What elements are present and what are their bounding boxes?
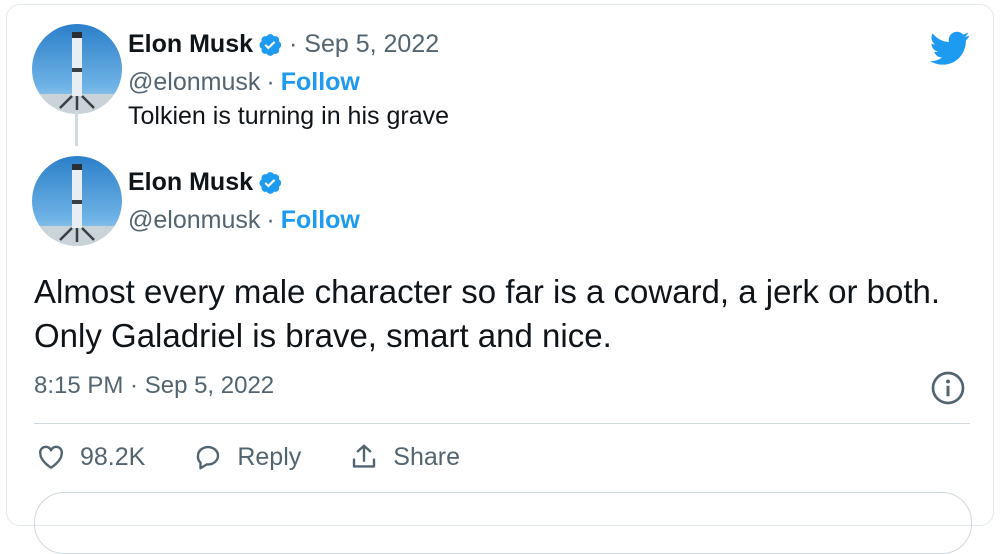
- tweet-actions: 98.2K Reply Share: [36, 442, 508, 472]
- separator-dot: ·: [266, 206, 275, 234]
- verified-badge-icon: [259, 171, 282, 194]
- twitter-bird-icon[interactable]: [928, 28, 972, 68]
- like-button[interactable]: 98.2K: [36, 442, 145, 472]
- author-handle[interactable]: @elonmusk: [128, 68, 260, 97]
- heart-icon: [39, 445, 63, 469]
- verified-badge-icon: [259, 33, 282, 56]
- tweet-timestamp[interactable]: 8:15 PM · Sep 5, 2022: [34, 372, 274, 400]
- quoted-handle-row: @elonmusk · Follow: [128, 68, 360, 97]
- read-replies-button[interactable]: [34, 492, 972, 554]
- share-icon: [353, 444, 376, 468]
- avatar[interactable]: [32, 156, 122, 246]
- separator-dot: ·: [266, 68, 275, 96]
- thread-connector: [75, 112, 78, 146]
- quoted-author-row: Elon Musk · Sep 5, 2022: [128, 30, 439, 59]
- tweet-timestamp-row: 8:15 PM · Sep 5, 2022: [34, 372, 274, 400]
- author-name[interactable]: Elon Musk: [128, 30, 253, 59]
- reply-label: Reply: [237, 442, 302, 471]
- quoted-date[interactable]: · Sep 5, 2022: [289, 30, 439, 59]
- author-handle[interactable]: @elonmusk: [128, 206, 260, 235]
- author-row: Elon Musk: [128, 168, 283, 197]
- like-count: 98.2K: [80, 442, 146, 471]
- follow-link[interactable]: Follow: [281, 68, 360, 97]
- handle-row: @elonmusk · Follow: [128, 206, 360, 235]
- share-button[interactable]: Share: [349, 442, 460, 472]
- divider: [34, 423, 970, 424]
- tweet-text: Almost every male character so far is a …: [34, 273, 941, 354]
- share-label: Share: [393, 442, 460, 471]
- reply-button[interactable]: Reply: [193, 442, 301, 472]
- follow-link[interactable]: Follow: [281, 206, 360, 235]
- reply-icon: [197, 445, 220, 470]
- quoted-tweet-text: Tolkien is turning in his grave: [128, 102, 449, 130]
- info-icon[interactable]: [930, 370, 966, 406]
- author-name[interactable]: Elon Musk: [128, 168, 253, 197]
- avatar[interactable]: [32, 24, 122, 114]
